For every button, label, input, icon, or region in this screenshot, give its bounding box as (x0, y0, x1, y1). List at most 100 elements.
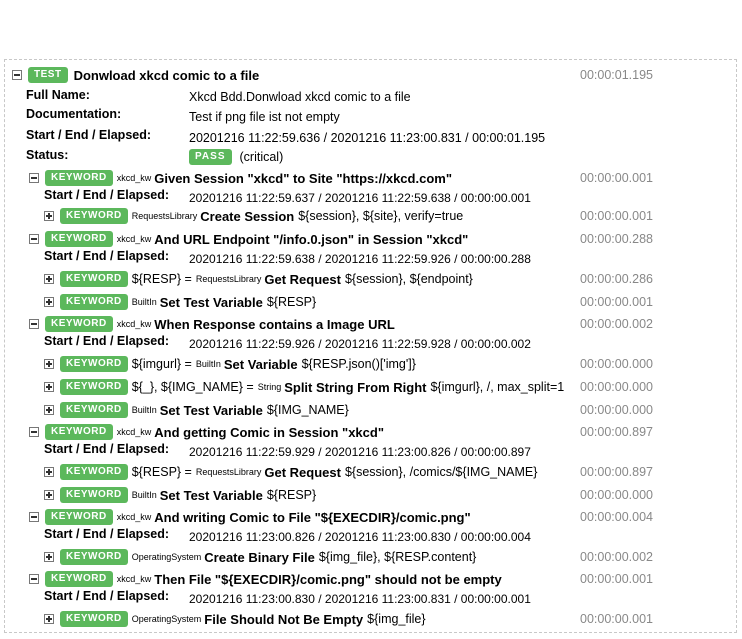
expand-toggle-icon[interactable] (44, 382, 54, 392)
child-keyword-row[interactable]: KEYWORD RequestsLibrary Create Session ${se… (44, 206, 463, 226)
keyword-arguments: ${RESP} (266, 488, 317, 502)
keyword-library: BuiltIn (131, 490, 157, 500)
status-label: Status: (26, 148, 69, 162)
collapse-toggle-icon[interactable] (29, 427, 39, 437)
keyword-library: RequestsLibrary (131, 211, 198, 221)
child-keyword-row[interactable]: KEYWORD ${imgurl} = BuiltIn Set Variable ${R… (44, 354, 416, 374)
keyword-elapsed: 00:00:00.002 (580, 317, 653, 331)
keyword-row[interactable]: KEYWORD xkcd_kw When Response contains a I… (29, 314, 395, 334)
keyword-name: Set Test Variable (159, 294, 263, 310)
keyword-name: Split String From Right (284, 379, 427, 395)
keyword-row[interactable]: KEYWORD xkcd_kw And writing Comic to File … (29, 507, 471, 527)
keyword-library: RequestsLibrary (195, 274, 262, 284)
expand-toggle-icon[interactable] (44, 359, 54, 369)
child-keyword-elapsed: 00:00:00.001 (580, 209, 653, 223)
collapse-toggle-icon[interactable] (12, 70, 22, 80)
keyword-name: Create Session (200, 208, 295, 224)
keyword-badge: KEYWORD (45, 424, 113, 440)
keyword-arguments: ${imgurl}, /, max_split=1 (430, 380, 565, 394)
keyword-library: String (257, 382, 282, 392)
collapse-toggle-icon[interactable] (29, 173, 39, 183)
start-end-elapsed-value: 20201216 11:23:00.826 / 20201216 11:23:0… (189, 530, 531, 544)
child-keyword-elapsed: 00:00:00.000 (580, 403, 653, 417)
keyword-name: And writing Comic to File "${EXECDIR}/co… (154, 509, 471, 525)
keyword-arguments: ${session}, /comics/${IMG_NAME} (344, 465, 538, 479)
collapse-toggle-icon[interactable] (29, 574, 39, 584)
child-keyword-elapsed: 00:00:00.000 (580, 488, 653, 502)
keyword-assignment: ${RESP} = (131, 272, 192, 286)
keyword-row[interactable]: KEYWORD xkcd_kw Then File "${EXECDIR}/comi… (29, 569, 502, 589)
status-note: (critical) (239, 150, 284, 164)
keyword-name: When Response contains a Image URL (154, 316, 395, 332)
keyword-badge: KEYWORD (45, 509, 113, 525)
keyword-badge: KEYWORD (45, 571, 113, 587)
keyword-name: Get Request (264, 271, 341, 287)
child-keyword-row[interactable]: KEYWORD OperatingSystem File Should Not Be… (44, 609, 426, 629)
keyword-name: Set Variable (223, 356, 298, 372)
keyword-name: Set Test Variable (159, 487, 263, 503)
keyword-assignment: ${imgurl} = (131, 357, 192, 371)
keyword-elapsed: 00:00:00.001 (580, 572, 653, 586)
child-keyword-row[interactable]: KEYWORD BuiltIn Set Test Variable ${RESP} (44, 485, 316, 505)
keyword-library: xkcd_kw (116, 512, 152, 522)
expand-toggle-icon[interactable] (44, 490, 54, 500)
status-badge: PASS (189, 149, 232, 165)
expand-toggle-icon[interactable] (44, 274, 54, 284)
child-keyword-row[interactable]: KEYWORD ${RESP} = RequestsLibrary Get Reque… (44, 269, 473, 289)
keyword-library: OperatingSystem (131, 552, 202, 562)
keyword-name: Create Binary File (204, 549, 315, 565)
full-name-value: Xkcd Bdd.Donwload xkcd comic to a file (189, 90, 411, 104)
keyword-name: Given Session "xkcd" to Site "https://xk… (154, 170, 452, 186)
keyword-badge: KEYWORD (60, 208, 128, 224)
child-keyword-row[interactable]: KEYWORD OperatingSystem Create Binary File… (44, 547, 476, 567)
start-end-elapsed-label: Start / End / Elapsed: (26, 128, 152, 142)
expand-toggle-icon[interactable] (44, 297, 54, 307)
expand-toggle-icon[interactable] (44, 405, 54, 415)
keyword-library: BuiltIn (195, 359, 221, 369)
keyword-name: Set Test Variable (159, 402, 263, 418)
keyword-row[interactable]: KEYWORD xkcd_kw And getting Comic in Sessi… (29, 422, 384, 442)
child-keyword-row[interactable]: KEYWORD ${_}, ${IMG_NAME} = String Split St… (44, 377, 564, 397)
test-elapsed: 00:00:01.195 (580, 68, 653, 82)
start-end-elapsed-label: Start / End / Elapsed: (44, 527, 170, 541)
keyword-name: Get Request (264, 464, 341, 480)
child-keyword-elapsed: 00:00:00.001 (580, 612, 653, 626)
keyword-row[interactable]: KEYWORD xkcd_kw And URL Endpoint "/info.0.… (29, 229, 468, 249)
collapse-toggle-icon[interactable] (29, 234, 39, 244)
start-end-elapsed-label: Start / End / Elapsed: (44, 188, 170, 202)
expand-toggle-icon[interactable] (44, 211, 54, 221)
child-keyword-elapsed: 00:00:00.286 (580, 272, 653, 286)
start-end-elapsed-label: Start / End / Elapsed: (44, 442, 170, 456)
keyword-name: And URL Endpoint "/info.0.json" in Sessi… (154, 231, 469, 247)
keyword-library: xkcd_kw (116, 234, 152, 244)
start-end-elapsed-value: 20201216 11:22:59.637 / 20201216 11:22:5… (189, 191, 531, 205)
keyword-arguments: ${RESP.json()['img']} (301, 357, 416, 371)
child-keyword-row[interactable]: KEYWORD ${RESP} = RequestsLibrary Get Reque… (44, 462, 537, 482)
child-keyword-elapsed: 00:00:00.000 (580, 357, 653, 371)
keyword-badge: KEYWORD (45, 170, 113, 186)
child-keyword-row[interactable]: KEYWORD BuiltIn Set Test Variable ${IMG_NAM… (44, 400, 349, 420)
status-value: PASS (critical) (189, 147, 283, 167)
keyword-elapsed: 00:00:00.897 (580, 425, 653, 439)
child-keyword-elapsed: 00:00:00.000 (580, 380, 653, 394)
expand-toggle-icon[interactable] (44, 614, 54, 624)
child-keyword-row[interactable]: KEYWORD BuiltIn Set Test Variable ${RESP} (44, 292, 316, 312)
collapse-toggle-icon[interactable] (29, 512, 39, 522)
test-name: Donwload xkcd comic to a file (73, 67, 260, 83)
expand-toggle-icon[interactable] (44, 467, 54, 477)
child-keyword-elapsed: 00:00:00.002 (580, 550, 653, 564)
keyword-library: xkcd_kw (116, 574, 152, 584)
keyword-row[interactable]: KEYWORD xkcd_kw Given Session "xkcd" to Si… (29, 168, 452, 188)
keyword-badge: KEYWORD (45, 231, 113, 247)
expand-toggle-icon[interactable] (44, 552, 54, 562)
collapse-toggle-icon[interactable] (29, 319, 39, 329)
keyword-library: BuiltIn (131, 405, 157, 415)
keyword-name: Then File "${EXECDIR}/comic.png" should … (154, 571, 502, 587)
keyword-library: xkcd_kw (116, 427, 152, 437)
keyword-library: BuiltIn (131, 297, 157, 307)
keyword-badge: KEYWORD (60, 294, 128, 310)
documentation-label: Documentation: (26, 107, 122, 121)
start-end-elapsed-value: 20201216 11:22:59.929 / 20201216 11:23:0… (189, 445, 531, 459)
start-end-elapsed-label: Start / End / Elapsed: (44, 589, 170, 603)
test-header[interactable]: TEST Donwload xkcd comic to a file (12, 65, 259, 85)
